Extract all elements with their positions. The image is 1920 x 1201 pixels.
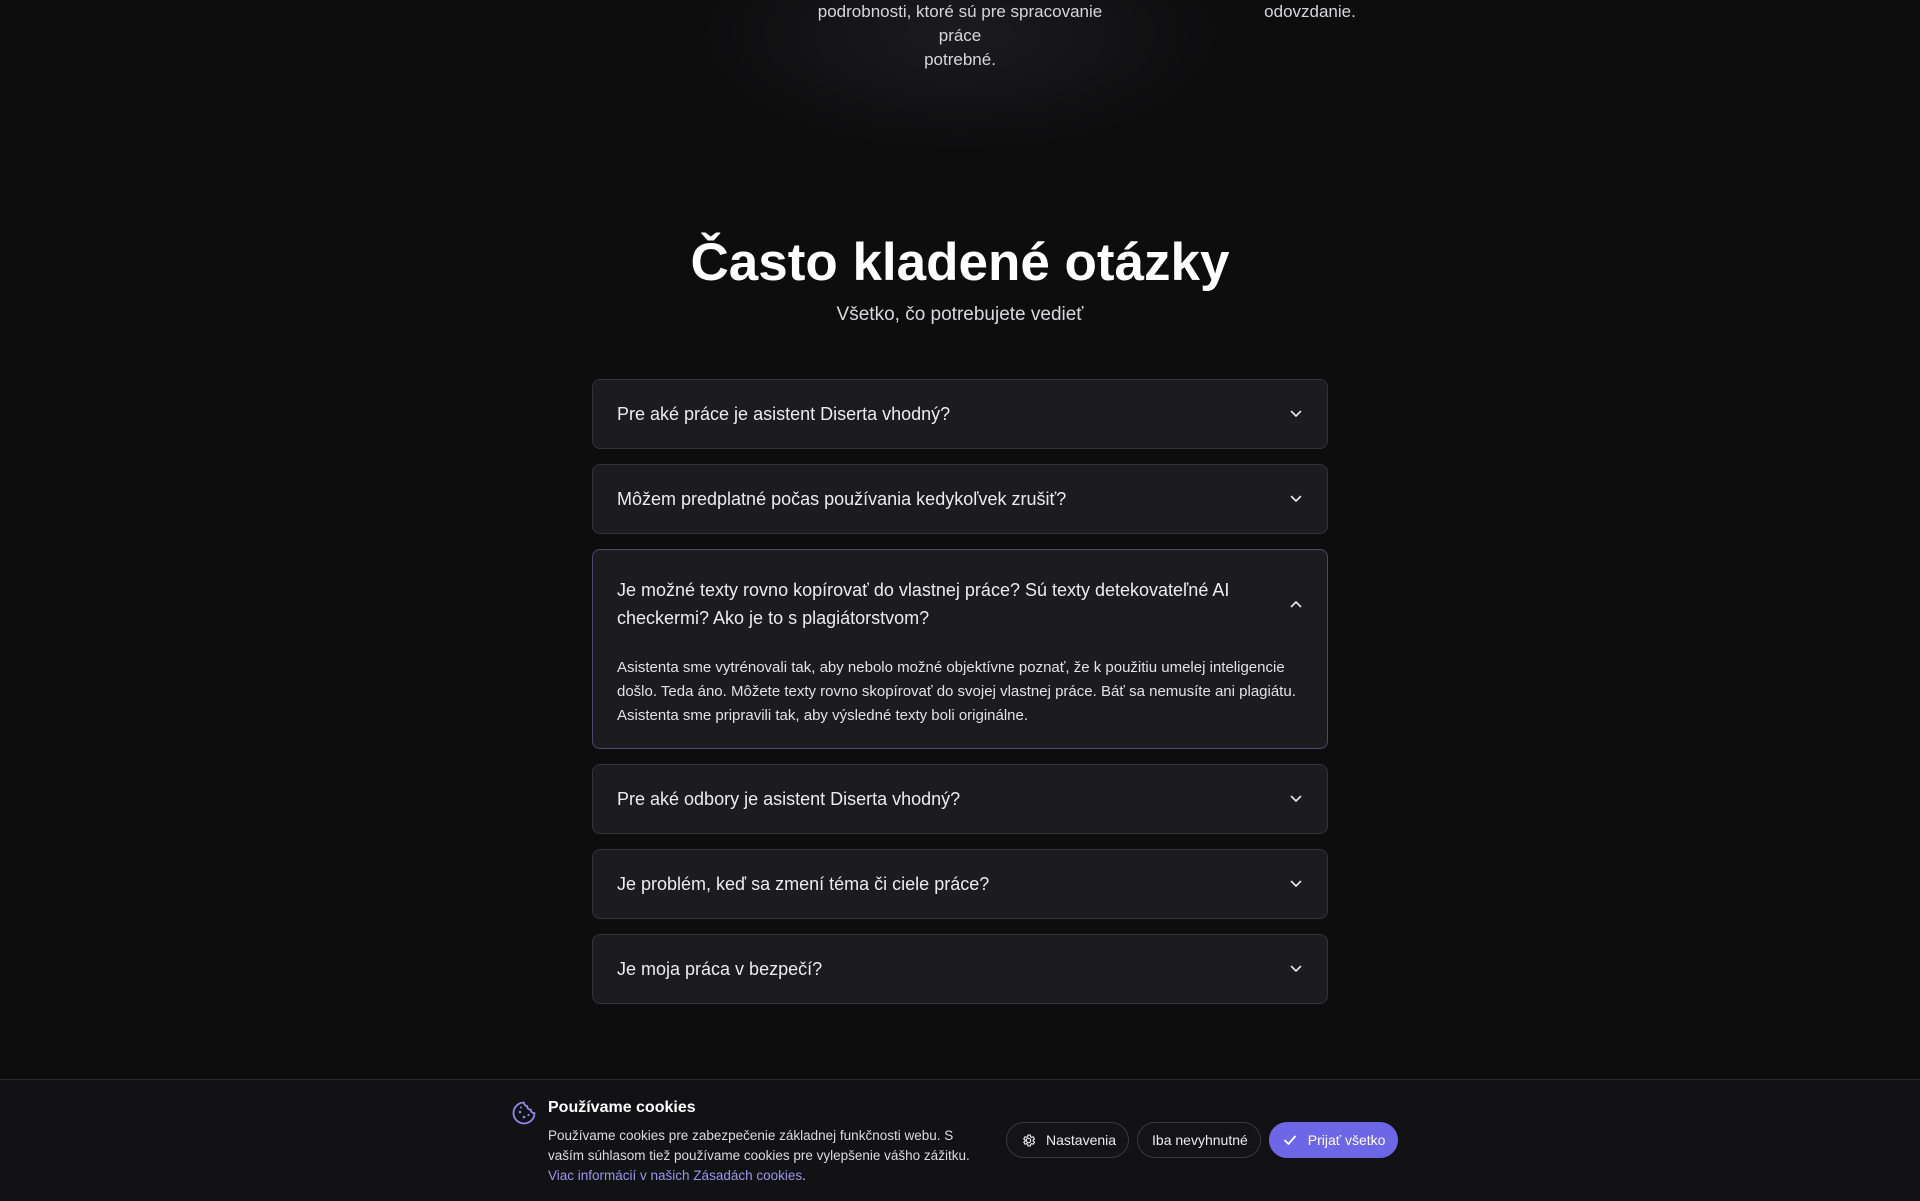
gear-icon — [1021, 1133, 1036, 1148]
chevron-down-icon — [1289, 962, 1303, 976]
faq-question-text: Je možné texty rovno kopírovať do vlastn… — [617, 580, 1230, 628]
faq-item: Je moja práca v bezpečí? — [592, 934, 1328, 1004]
faq-list: Pre aké práce je asistent Diserta vhodný… — [592, 379, 1328, 1019]
faq-question-text: Pre aké práce je asistent Diserta vhodný… — [617, 404, 951, 424]
cookie-description: Používame cookies pre zabezpečenie zákla… — [548, 1126, 978, 1186]
faq-question-button[interactable]: Je moja práca v bezpečí? — [593, 935, 1327, 1003]
check-icon — [1282, 1132, 1298, 1148]
cookie-description-text: Používame cookies pre zabezpečenie zákla… — [548, 1128, 970, 1163]
faq-title: Často kladené otázky — [690, 233, 1230, 292]
faq-item: Pre aké odbory je asistent Diserta vhodn… — [592, 764, 1328, 834]
faq-subtitle: Všetko, čo potrebujete vedieť — [836, 304, 1084, 325]
cookie-accept-all-button[interactable]: Prijať všetko — [1268, 1122, 1399, 1158]
cookie-consent-bar: Používame cookies Používame cookies pre … — [0, 1079, 1920, 1201]
feature-text-middle: podrobnosti, ktoré sú pre spracovanie pr… — [800, 0, 1120, 72]
faq-question-button[interactable]: Je možné texty rovno kopírovať do vlastn… — [593, 550, 1327, 638]
chevron-up-icon — [1289, 597, 1303, 611]
faq-question-text: Pre aké odbory je asistent Diserta vhodn… — [617, 789, 961, 809]
faq-item: Je problém, keď sa zmení téma či ciele p… — [592, 849, 1328, 919]
chevron-down-icon — [1289, 792, 1303, 806]
faq-question-text: Môžem predplatné počas používania kedyko… — [617, 489, 1067, 509]
feature-text-line: potrebné. — [924, 50, 996, 69]
cookie-accept-label: Prijať všetko — [1307, 1132, 1386, 1148]
chevron-down-icon — [1289, 407, 1303, 421]
faq-item: Pre aké práce je asistent Diserta vhodný… — [592, 379, 1328, 449]
faq-item-expanded: Je možné texty rovno kopírovať do vlastn… — [592, 549, 1328, 749]
chevron-down-icon — [1289, 877, 1303, 891]
faq-item: Môžem predplatné počas používania kedyko… — [592, 464, 1328, 534]
faq-question-button[interactable]: Môžem predplatné počas používania kedyko… — [593, 465, 1327, 533]
feature-text-right: odovzdanie. — [1264, 2, 1356, 21]
cookie-policy-link[interactable]: Viac informácií v našich Zásadách cookie… — [548, 1168, 802, 1183]
faq-answer-text: Asistenta sme vytrénovali tak, aby nebol… — [617, 659, 1296, 724]
faq-question-button[interactable]: Pre aké práce je asistent Diserta vhodný… — [593, 380, 1327, 448]
cookie-settings-label: Nastavenia — [1046, 1132, 1117, 1148]
cookie-settings-button[interactable]: Nastavenia — [1006, 1122, 1130, 1158]
cookie-icon — [511, 1100, 537, 1126]
cookie-title: Používame cookies — [548, 1099, 696, 1116]
chevron-down-icon — [1289, 492, 1303, 506]
faq-question-button[interactable]: Je problém, keď sa zmení téma či ciele p… — [593, 850, 1327, 918]
cookie-buttons: Nastavenia Iba nevyhnutné Prijať všetko — [1006, 1122, 1399, 1158]
feature-text-line: podrobnosti, ktoré sú pre spracovanie pr… — [817, 2, 1103, 45]
cookie-link-suffix: . — [802, 1168, 806, 1183]
faq-question-button[interactable]: Pre aké odbory je asistent Diserta vhodn… — [593, 765, 1327, 833]
cookie-necessary-label: Iba nevyhnutné — [1152, 1132, 1248, 1148]
faq-question-text: Je problém, keď sa zmení téma či ciele p… — [617, 874, 990, 894]
faq-question-text: Je moja práca v bezpečí? — [617, 959, 823, 979]
cookie-necessary-only-button[interactable]: Iba nevyhnutné — [1137, 1122, 1261, 1158]
